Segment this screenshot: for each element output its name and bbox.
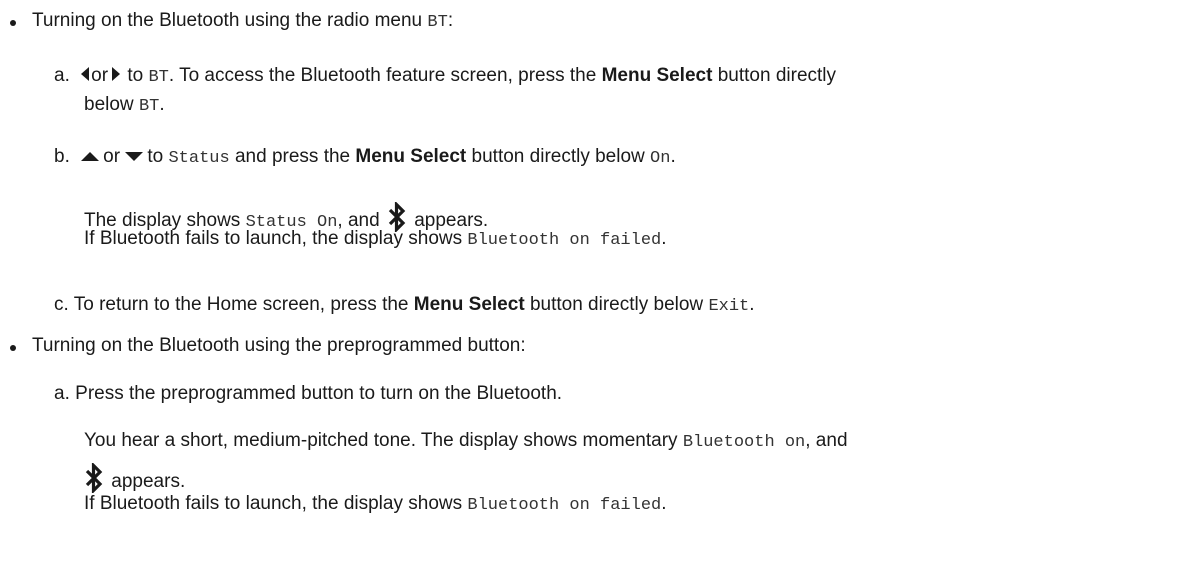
s1-step-b-fail-code: Bluetooth on failed [467,231,662,250]
s1-step-b-fail-line: If Bluetooth fails to launch, the displa… [84,227,667,253]
s1-step-b-to: to [147,146,164,167]
s1-step-b-bold: Menu Select [355,146,467,167]
s1-step-b-code2: On [650,149,671,168]
s1-step-a-text1: . To access the Bluetooth feature screen… [168,65,597,86]
s1-step-b-text2: button directly below [471,146,645,167]
s2-step-a-text: Press the preprogrammed button to turn o… [75,383,563,404]
section2-heading-text: Turning on the Bluetooth using the prepr… [32,335,526,356]
s1-step-c-text2: button directly below [529,294,704,315]
s2-step-a-fail-text: If Bluetooth fails to launch, the displa… [84,493,463,514]
s2-step-a-fail-code: Bluetooth on failed [467,496,662,515]
section1-heading: Turning on the Bluetooth using the radio… [32,9,453,35]
section1-heading-text: Turning on the Bluetooth using the radio… [32,10,423,31]
s1-step-c-code: Exit [708,297,750,316]
s1-step-b-fail-text: If Bluetooth fails to launch, the displa… [84,228,463,249]
bullet-2 [10,345,16,351]
s2-step-a-appears-line: appears. [84,463,185,494]
s1-step-a-text2: button directly [717,65,837,86]
s1-step-b-code1: Status [168,149,230,168]
s1-step-c-marker: c. [54,294,69,315]
bluetooth-icon [85,463,103,493]
down-arrow-icon [125,152,144,162]
s1-step-a-end: . [159,94,165,115]
s1-step-b-or: or [103,146,121,167]
s1-step-b-line1: b. or to Status and press the Menu Selec… [54,145,676,171]
s1-step-a-marker: a. [54,65,70,86]
s1-step-a-code1: BT [148,68,169,87]
s2-step-a-fail-line: If Bluetooth fails to launch, the displa… [84,492,667,518]
up-arrow-icon [81,152,100,162]
s2-step-a-marker: a. [54,383,70,404]
left-arrow-icon [81,66,90,81]
s2-step-a-tone-text: You hear a short, medium-pitched tone. T… [84,430,678,451]
s2-step-a-line: a. Press the preprogrammed button to tur… [54,382,562,406]
section2-heading: Turning on the Bluetooth using the prepr… [32,334,526,358]
s1-step-a-line1: a. or to BT. To access the Bluetooth fea… [54,64,836,90]
s2-step-a-tone-and: , and [805,430,848,451]
s2-step-a-tone-line: You hear a short, medium-pitched tone. T… [84,429,848,455]
s1-step-b-marker: b. [54,146,70,167]
bullet-1 [10,20,16,26]
s1-step-c-end: . [749,294,755,315]
s1-step-a-to: to [127,65,144,86]
section1-heading-end: : [447,10,454,31]
s1-step-b-text1: and press the [234,146,351,167]
s1-step-a-text3: below [84,94,134,115]
s1-step-b-fail-end: . [661,228,667,249]
s1-step-c-bold: Menu Select [413,294,525,315]
s1-step-b-end: . [670,146,676,167]
s2-step-a-tone-code: Bluetooth on [682,433,806,452]
s2-step-a-appears: appears. [111,471,186,492]
s1-step-a-line2: below BT. [84,93,165,119]
right-arrow-icon [112,66,121,81]
section1-heading-code: BT [427,13,448,32]
s1-step-a-or: or [91,65,109,86]
s1-step-c-text1: To return to the Home screen, press the [73,294,409,315]
s1-step-c-line: c. To return to the Home screen, press t… [54,293,755,319]
s2-step-a-fail-end: . [661,493,667,514]
s1-step-a-bold: Menu Select [601,65,713,86]
s1-step-a-code2: BT [138,97,160,116]
